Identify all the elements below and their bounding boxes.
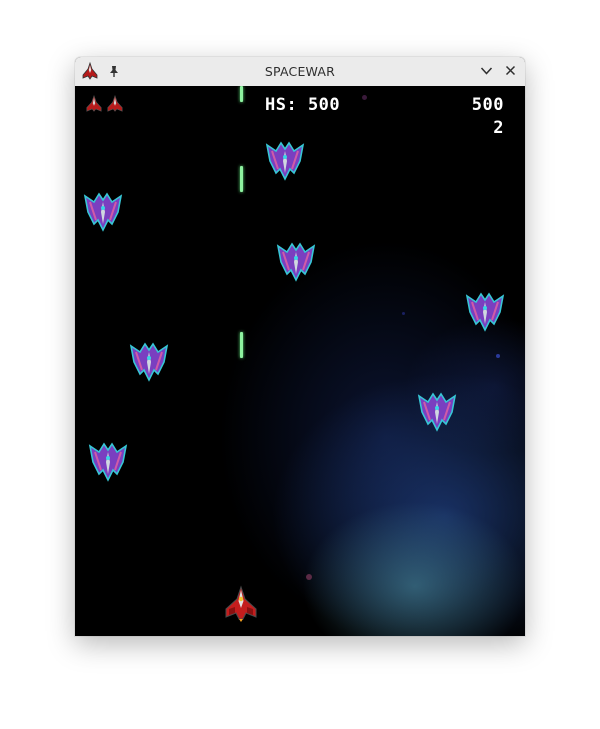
close-icon[interactable]	[505, 65, 516, 76]
game-window: SPACEWAR HS: 500 500 2	[75, 57, 525, 636]
laser-shot	[240, 332, 243, 358]
window-title: SPACEWAR	[264, 64, 336, 79]
enemy-ship	[88, 442, 128, 482]
enemy-ship	[129, 342, 169, 382]
enemy-ship	[465, 292, 505, 332]
laser-shot	[240, 166, 243, 192]
title-bar[interactable]: SPACEWAR	[75, 57, 525, 87]
level-value: 2	[493, 118, 504, 138]
laser-shot	[240, 86, 243, 102]
star	[402, 312, 405, 315]
star	[306, 574, 312, 580]
enemy-ship	[265, 141, 305, 181]
game-canvas[interactable]: HS: 500 500 2	[75, 86, 525, 636]
life-ship-icon	[86, 95, 102, 112]
enemy-ship	[276, 242, 316, 282]
chevron-down-icon[interactable]	[480, 66, 493, 76]
score-value: 500	[471, 95, 504, 115]
star	[496, 354, 500, 358]
enemy-ship	[417, 392, 457, 432]
life-ship-icon	[107, 95, 123, 112]
enemy-ship	[83, 192, 123, 232]
star	[362, 95, 367, 100]
high-score-label: HS: 500	[265, 95, 341, 115]
player-ship[interactable]	[223, 585, 259, 623]
